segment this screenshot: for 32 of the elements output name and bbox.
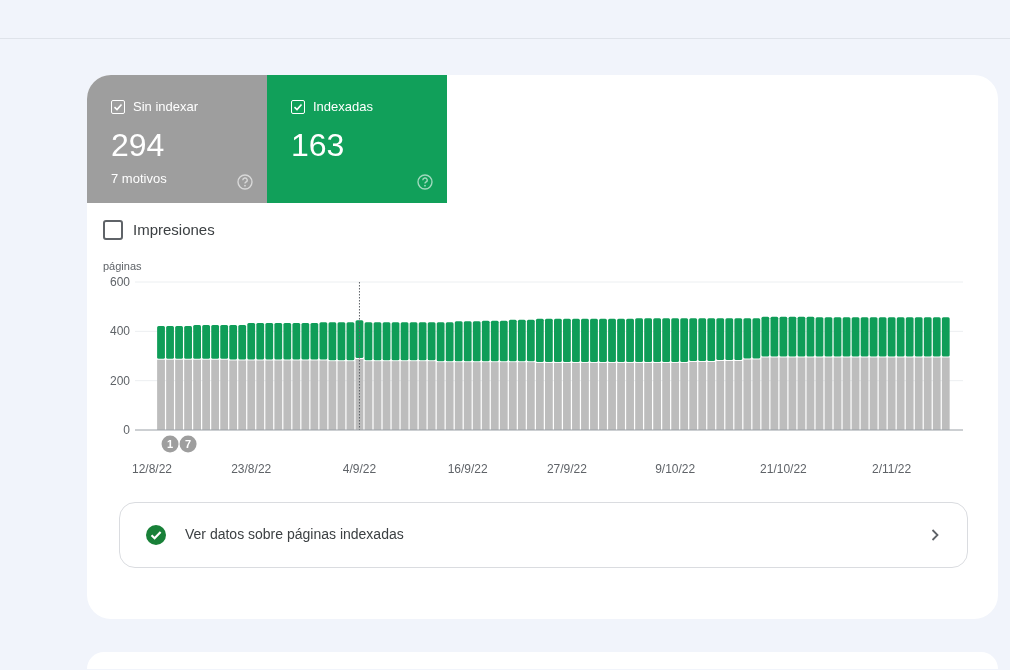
details-link-row[interactable]: Ver datos sobre páginas indexadas bbox=[119, 501, 968, 568]
checkbox[interactable] bbox=[103, 220, 123, 241]
summary-tile[interactable]: Sin indexar 294 7 motivos bbox=[87, 75, 267, 203]
axis-label: 2/11/22 bbox=[872, 461, 912, 476]
axis-label: 23/8/22 bbox=[231, 461, 272, 476]
axis-label: 21/10/22 bbox=[760, 461, 807, 476]
summary-tile[interactable]: Indexadas 163 bbox=[267, 75, 447, 203]
help-icon[interactable] bbox=[237, 174, 253, 190]
help-icon[interactable] bbox=[417, 174, 433, 190]
link-label: Ver datos sobre páginas indexadas bbox=[185, 525, 405, 544]
axis-label: 400 bbox=[109, 323, 130, 338]
axis-label: 27/9/22 bbox=[546, 461, 587, 476]
check-circle-icon bbox=[146, 524, 166, 545]
checkmark-icon bbox=[293, 101, 303, 112]
tile-label: Sin indexar bbox=[133, 98, 199, 116]
axis-label: 0 bbox=[123, 422, 130, 437]
tile-subtitle: 7 motivos bbox=[111, 169, 167, 188]
tile-count: 294 bbox=[111, 128, 165, 161]
chevron-right-icon bbox=[931, 528, 939, 541]
axis-label: 4/9/22 bbox=[342, 461, 377, 476]
axis-label: 12/8/22 bbox=[132, 461, 172, 476]
checkmark-icon bbox=[113, 101, 123, 112]
axis-label: 200 bbox=[109, 373, 130, 388]
tile-count: 163 bbox=[291, 128, 345, 161]
annotation-marker[interactable]: 7 bbox=[179, 435, 197, 452]
axis-label: 600 bbox=[109, 274, 130, 289]
axis-title: páginas bbox=[103, 259, 142, 272]
annotation-marker[interactable]: 1 bbox=[161, 435, 179, 452]
tile-label: Indexadas bbox=[313, 98, 373, 116]
axis-label: 9/10/22 bbox=[655, 461, 696, 476]
axis-label: 16/9/22 bbox=[447, 461, 488, 476]
checkbox-label: Impresiones bbox=[133, 220, 215, 240]
